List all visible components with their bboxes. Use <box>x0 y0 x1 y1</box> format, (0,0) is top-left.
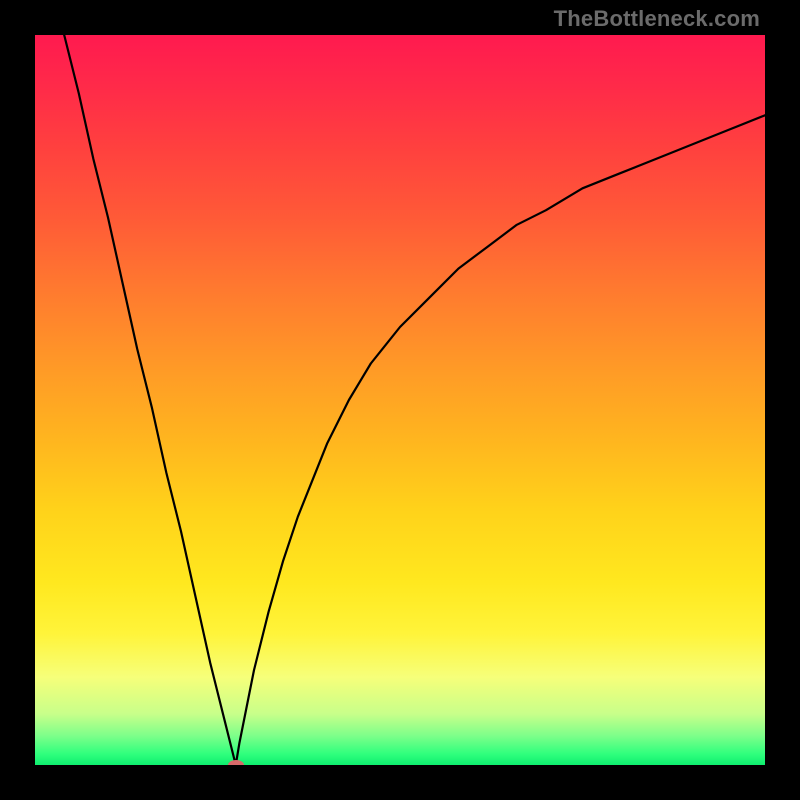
watermark-text: TheBottleneck.com <box>554 6 760 32</box>
bottleneck-curve <box>35 35 765 765</box>
plot-area <box>35 35 765 765</box>
minimum-marker <box>228 760 244 765</box>
chart-frame: TheBottleneck.com <box>0 0 800 800</box>
